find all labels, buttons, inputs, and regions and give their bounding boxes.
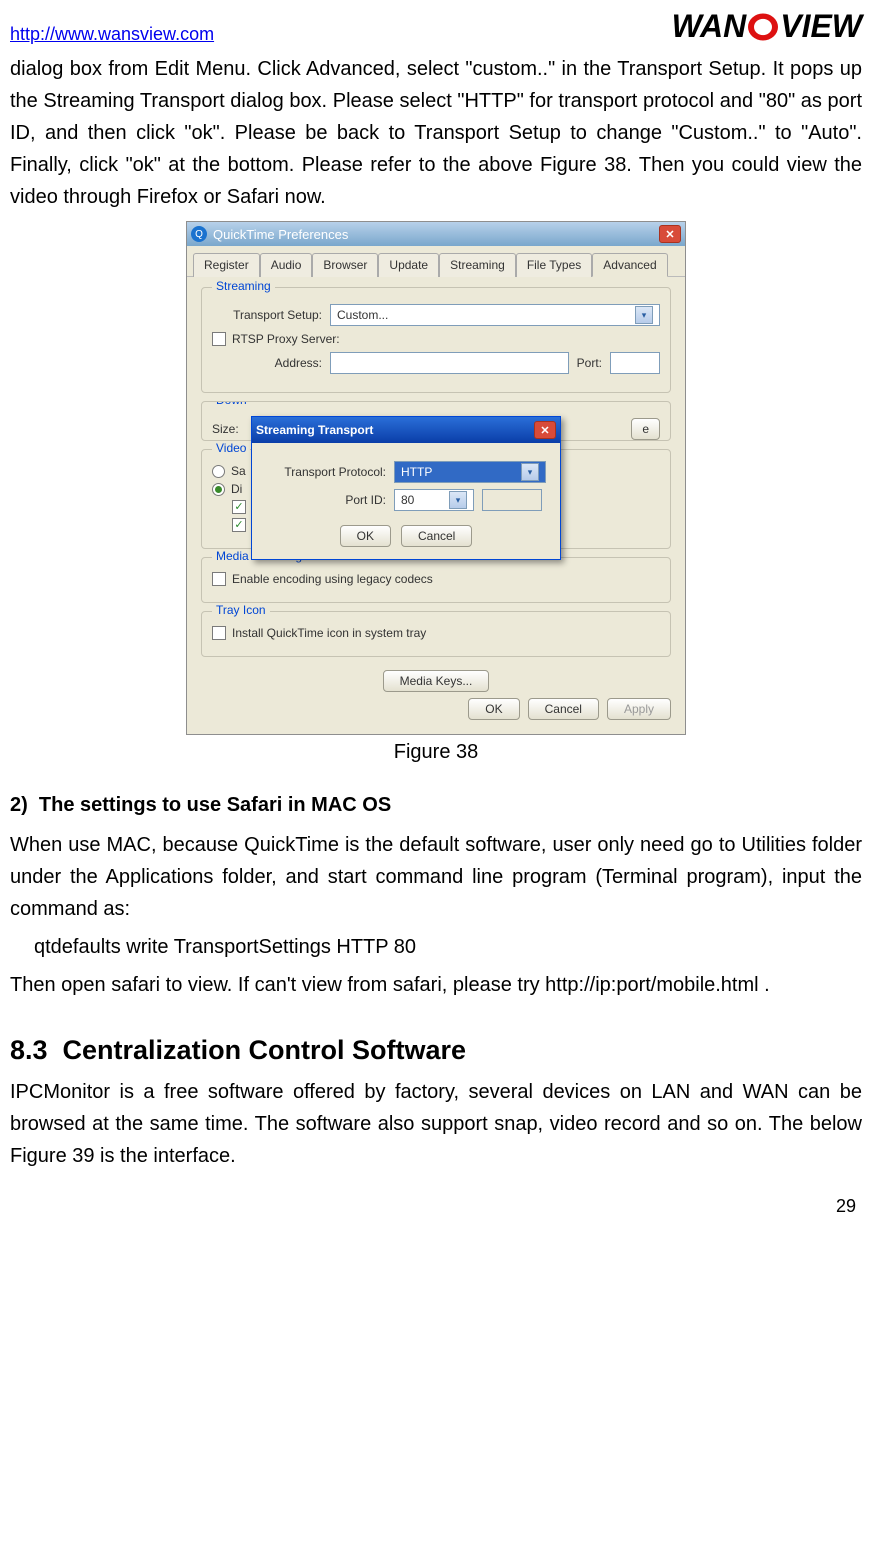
figure-38: Q QuickTime Preferences ✕ Register Audio… bbox=[10, 221, 862, 764]
section-2-p2: Then open safari to view. If can't view … bbox=[10, 969, 862, 1001]
port-id-value: 80 bbox=[401, 493, 414, 507]
group-media-encoding: Media Encoding Enable encoding using leg… bbox=[201, 557, 671, 603]
section-2-p1: When use MAC, because QuickTime is the d… bbox=[10, 829, 862, 925]
group-tray-icon: Tray Icon Install QuickTime icon in syst… bbox=[201, 611, 671, 657]
install-tray-label: Install QuickTime icon in system tray bbox=[232, 626, 426, 640]
enable-directdraw-checkbox[interactable]: ✓ bbox=[232, 500, 246, 514]
enable-direct3d-checkbox[interactable]: ✓ bbox=[232, 518, 246, 532]
group-title-tray: Tray Icon bbox=[212, 603, 270, 617]
downloads-e-button[interactable]: e bbox=[631, 418, 660, 440]
group-streaming: Streaming Transport Setup: Custom... ▾ R… bbox=[201, 287, 671, 393]
port-id-dropdown[interactable]: 80 ▾ bbox=[394, 489, 474, 511]
address-label: Address: bbox=[212, 356, 322, 370]
tab-streaming[interactable]: Streaming bbox=[439, 253, 516, 277]
tab-register[interactable]: Register bbox=[193, 253, 260, 277]
section-8-3-paragraph: IPCMonitor is a free software offered by… bbox=[10, 1076, 862, 1172]
port-label: Port: bbox=[577, 356, 602, 370]
dialog-ok-button[interactable]: OK bbox=[340, 525, 391, 547]
dialog-title: Streaming Transport bbox=[256, 423, 373, 437]
ok-button[interactable]: OK bbox=[468, 698, 519, 720]
swirl-icon bbox=[748, 13, 778, 40]
quicktime-icon: Q bbox=[191, 226, 207, 242]
group-title-video: Video bbox=[212, 441, 250, 455]
intro-paragraph: dialog box from Edit Menu. Click Advance… bbox=[10, 53, 862, 213]
tab-audio[interactable]: Audio bbox=[260, 253, 313, 277]
group-title-streaming: Streaming bbox=[212, 279, 275, 293]
address-input[interactable] bbox=[330, 352, 569, 374]
screenshot-wrap: Q QuickTime Preferences ✕ Register Audio… bbox=[186, 221, 686, 735]
window-button-row: OK Cancel Apply bbox=[201, 692, 671, 722]
transport-setup-label: Transport Setup: bbox=[212, 308, 322, 322]
size-label: Size: bbox=[212, 422, 252, 436]
video-direct-radio[interactable] bbox=[212, 483, 225, 496]
site-url-link[interactable]: http://www.wansview.com bbox=[10, 24, 214, 45]
close-button[interactable]: ✕ bbox=[659, 225, 681, 243]
window-titlebar: Q QuickTime Preferences ✕ bbox=[187, 222, 685, 246]
transport-setup-dropdown[interactable]: Custom... ▾ bbox=[330, 304, 660, 326]
video-safe-label: Sa bbox=[231, 464, 246, 478]
transport-protocol-value: HTTP bbox=[401, 465, 432, 479]
section-2-command: qtdefaults write TransportSettings HTTP … bbox=[10, 931, 862, 963]
chevron-down-icon: ▾ bbox=[635, 306, 653, 324]
install-tray-checkbox[interactable] bbox=[212, 626, 226, 640]
video-direct-label: Di bbox=[231, 482, 242, 496]
transport-protocol-dropdown[interactable]: HTTP ▾ bbox=[394, 461, 546, 483]
transport-protocol-label: Transport Protocol: bbox=[266, 465, 386, 479]
video-safe-radio[interactable] bbox=[212, 465, 225, 478]
transport-setup-value: Custom... bbox=[337, 308, 388, 322]
figure-caption: Figure 38 bbox=[394, 741, 479, 764]
port-input[interactable] bbox=[610, 352, 660, 374]
legacy-codecs-checkbox[interactable] bbox=[212, 572, 226, 586]
page-number: 29 bbox=[10, 1172, 862, 1223]
legacy-codecs-label: Enable encoding using legacy codecs bbox=[232, 572, 433, 586]
rtsp-proxy-checkbox[interactable] bbox=[212, 332, 226, 346]
dialog-titlebar: Streaming Transport ✕ bbox=[252, 417, 560, 443]
logo-left-text: WAN bbox=[672, 8, 747, 45]
port-id-label: Port ID: bbox=[266, 493, 386, 507]
tab-advanced[interactable]: Advanced bbox=[592, 253, 667, 277]
cancel-button[interactable]: Cancel bbox=[528, 698, 599, 720]
tab-strip: Register Audio Browser Update Streaming … bbox=[187, 246, 685, 277]
page-header: http://www.wansview.com WAN VIEW bbox=[10, 0, 862, 47]
logo-right-text: VIEW bbox=[780, 8, 862, 45]
streaming-transport-dialog: Streaming Transport ✕ Transport Protocol… bbox=[251, 416, 561, 560]
dialog-close-button[interactable]: ✕ bbox=[534, 421, 556, 439]
chevron-down-icon: ▾ bbox=[521, 463, 539, 481]
chevron-down-icon: ▾ bbox=[449, 491, 467, 509]
section-2-heading: 2) The settings to use Safari in MAC OS bbox=[10, 794, 862, 817]
window-title: QuickTime Preferences bbox=[213, 227, 348, 242]
rtsp-proxy-label: RTSP Proxy Server: bbox=[232, 332, 340, 346]
group-title-downloads: Down bbox=[212, 401, 251, 407]
section-8-3-heading: 8.3 Centralization Control Software bbox=[10, 1035, 862, 1066]
tab-browser[interactable]: Browser bbox=[312, 253, 378, 277]
media-keys-button[interactable]: Media Keys... bbox=[383, 670, 490, 692]
brand-logo: WAN VIEW bbox=[672, 8, 862, 45]
tab-file-types[interactable]: File Types bbox=[516, 253, 592, 277]
tab-update[interactable]: Update bbox=[378, 253, 439, 277]
port-extra-field bbox=[482, 489, 542, 511]
apply-button[interactable]: Apply bbox=[607, 698, 671, 720]
dialog-cancel-button[interactable]: Cancel bbox=[401, 525, 472, 547]
